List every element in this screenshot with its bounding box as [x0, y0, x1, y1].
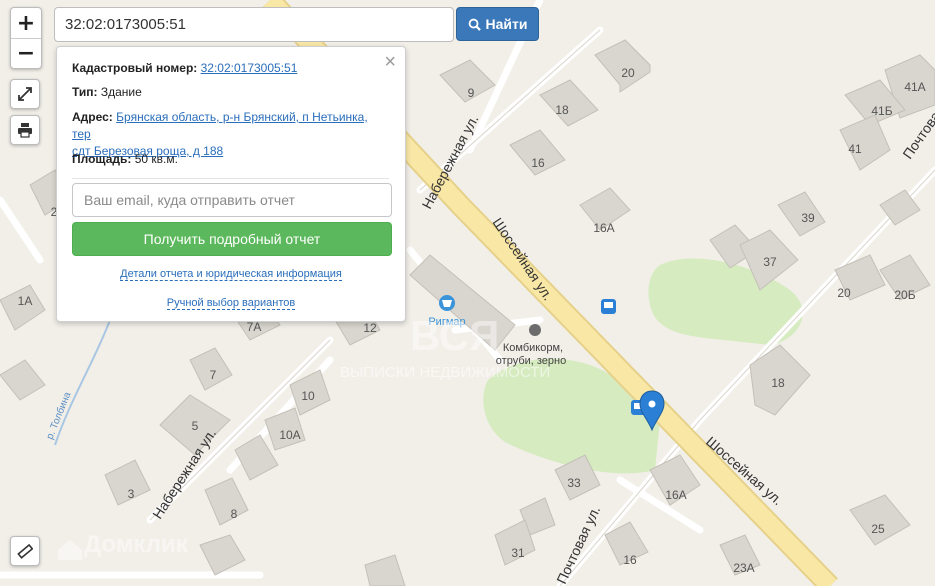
- house-number: 16А: [665, 488, 686, 502]
- manual-selection-link[interactable]: Ручной выбор вариантов: [57, 297, 405, 310]
- house-number: 12: [363, 321, 377, 335]
- email-field[interactable]: [72, 183, 392, 217]
- house-number: 25: [871, 522, 885, 536]
- house-number: 9: [468, 86, 475, 100]
- search-button-label: Найти: [485, 16, 528, 32]
- print-button[interactable]: [10, 115, 40, 145]
- house-number: 16: [531, 156, 545, 170]
- watermark-center: ВСЯ: [410, 312, 499, 359]
- details-link-text[interactable]: Детали отчета и юридическая информация: [120, 268, 342, 281]
- house-number: 7А: [247, 320, 262, 334]
- house-number: 33: [567, 476, 581, 490]
- house-number: 37: [763, 255, 777, 269]
- address-label: Адрес:: [72, 110, 113, 124]
- ruler-icon: [17, 543, 33, 559]
- zoom-in-button[interactable]: +: [11, 8, 41, 38]
- house-number: 16А: [593, 221, 614, 235]
- house-number: 39: [801, 211, 815, 225]
- house-number: 3: [128, 487, 135, 501]
- house-number: 10: [301, 389, 315, 403]
- house-number: 23А: [733, 561, 754, 575]
- cadastral-row: Кадастровый номер: 32:02:0173005:51: [72, 60, 389, 77]
- area-label: Площадь:: [72, 152, 132, 166]
- house-number: 41: [848, 142, 862, 156]
- search-icon: [468, 18, 481, 31]
- house-number: 20Б: [894, 288, 915, 302]
- zoom-out-button[interactable]: −: [11, 38, 41, 68]
- house-number: 16: [623, 553, 637, 567]
- details-link[interactable]: Детали отчета и юридическая информация: [57, 268, 405, 281]
- ruler-button[interactable]: [10, 536, 40, 566]
- shop-label-1: Комбикорм,: [503, 342, 563, 354]
- type-value: Здание: [100, 85, 142, 99]
- get-report-button[interactable]: Получить подробный отчет: [72, 222, 392, 256]
- bus-stop-icon: [601, 299, 616, 314]
- house-number: 1А: [18, 294, 33, 308]
- house-number: 10А: [279, 428, 300, 442]
- type-label: Тип:: [72, 85, 98, 99]
- house-number: 18: [555, 103, 569, 117]
- house-number: 18: [771, 376, 785, 390]
- info-popup: × Кадастровый номер: 32:02:0173005:51 Ти…: [56, 46, 406, 322]
- cadastral-label: Кадастровый номер:: [72, 61, 198, 75]
- manual-selection-link-text[interactable]: Ручной выбор вариантов: [166, 297, 296, 310]
- divider: [72, 178, 389, 179]
- house-number: 41Б: [871, 104, 892, 118]
- type-row: Тип: Здание: [72, 84, 389, 101]
- house-number: 20: [621, 66, 635, 80]
- expand-icon: [18, 87, 32, 101]
- house-number: 20: [837, 286, 851, 300]
- watermark-brand: Домклик: [84, 531, 189, 558]
- house-number: 41А: [904, 80, 925, 94]
- address-link[interactable]: Брянская область, р-н Брянский, п Нетьин…: [72, 110, 368, 141]
- area-value: 50 кв.м.: [134, 152, 178, 166]
- house-number: 8: [231, 507, 238, 521]
- shop-icon: [529, 324, 541, 336]
- house-number: 31: [511, 546, 525, 560]
- fullscreen-button[interactable]: [10, 79, 40, 109]
- zoom-control: + −: [10, 7, 42, 69]
- search-button[interactable]: Найти: [456, 7, 539, 41]
- house-number: 5: [192, 419, 199, 433]
- house-number: 7: [210, 368, 217, 382]
- printer-icon: [18, 123, 32, 138]
- watermark-sub: ВЫПИСКИ НЕДВИЖИМОСТИ: [340, 364, 550, 381]
- cadastral-link[interactable]: 32:02:0173005:51: [201, 61, 298, 75]
- area-row: Площадь: 50 кв.м.: [72, 151, 389, 168]
- search-input[interactable]: [54, 7, 454, 42]
